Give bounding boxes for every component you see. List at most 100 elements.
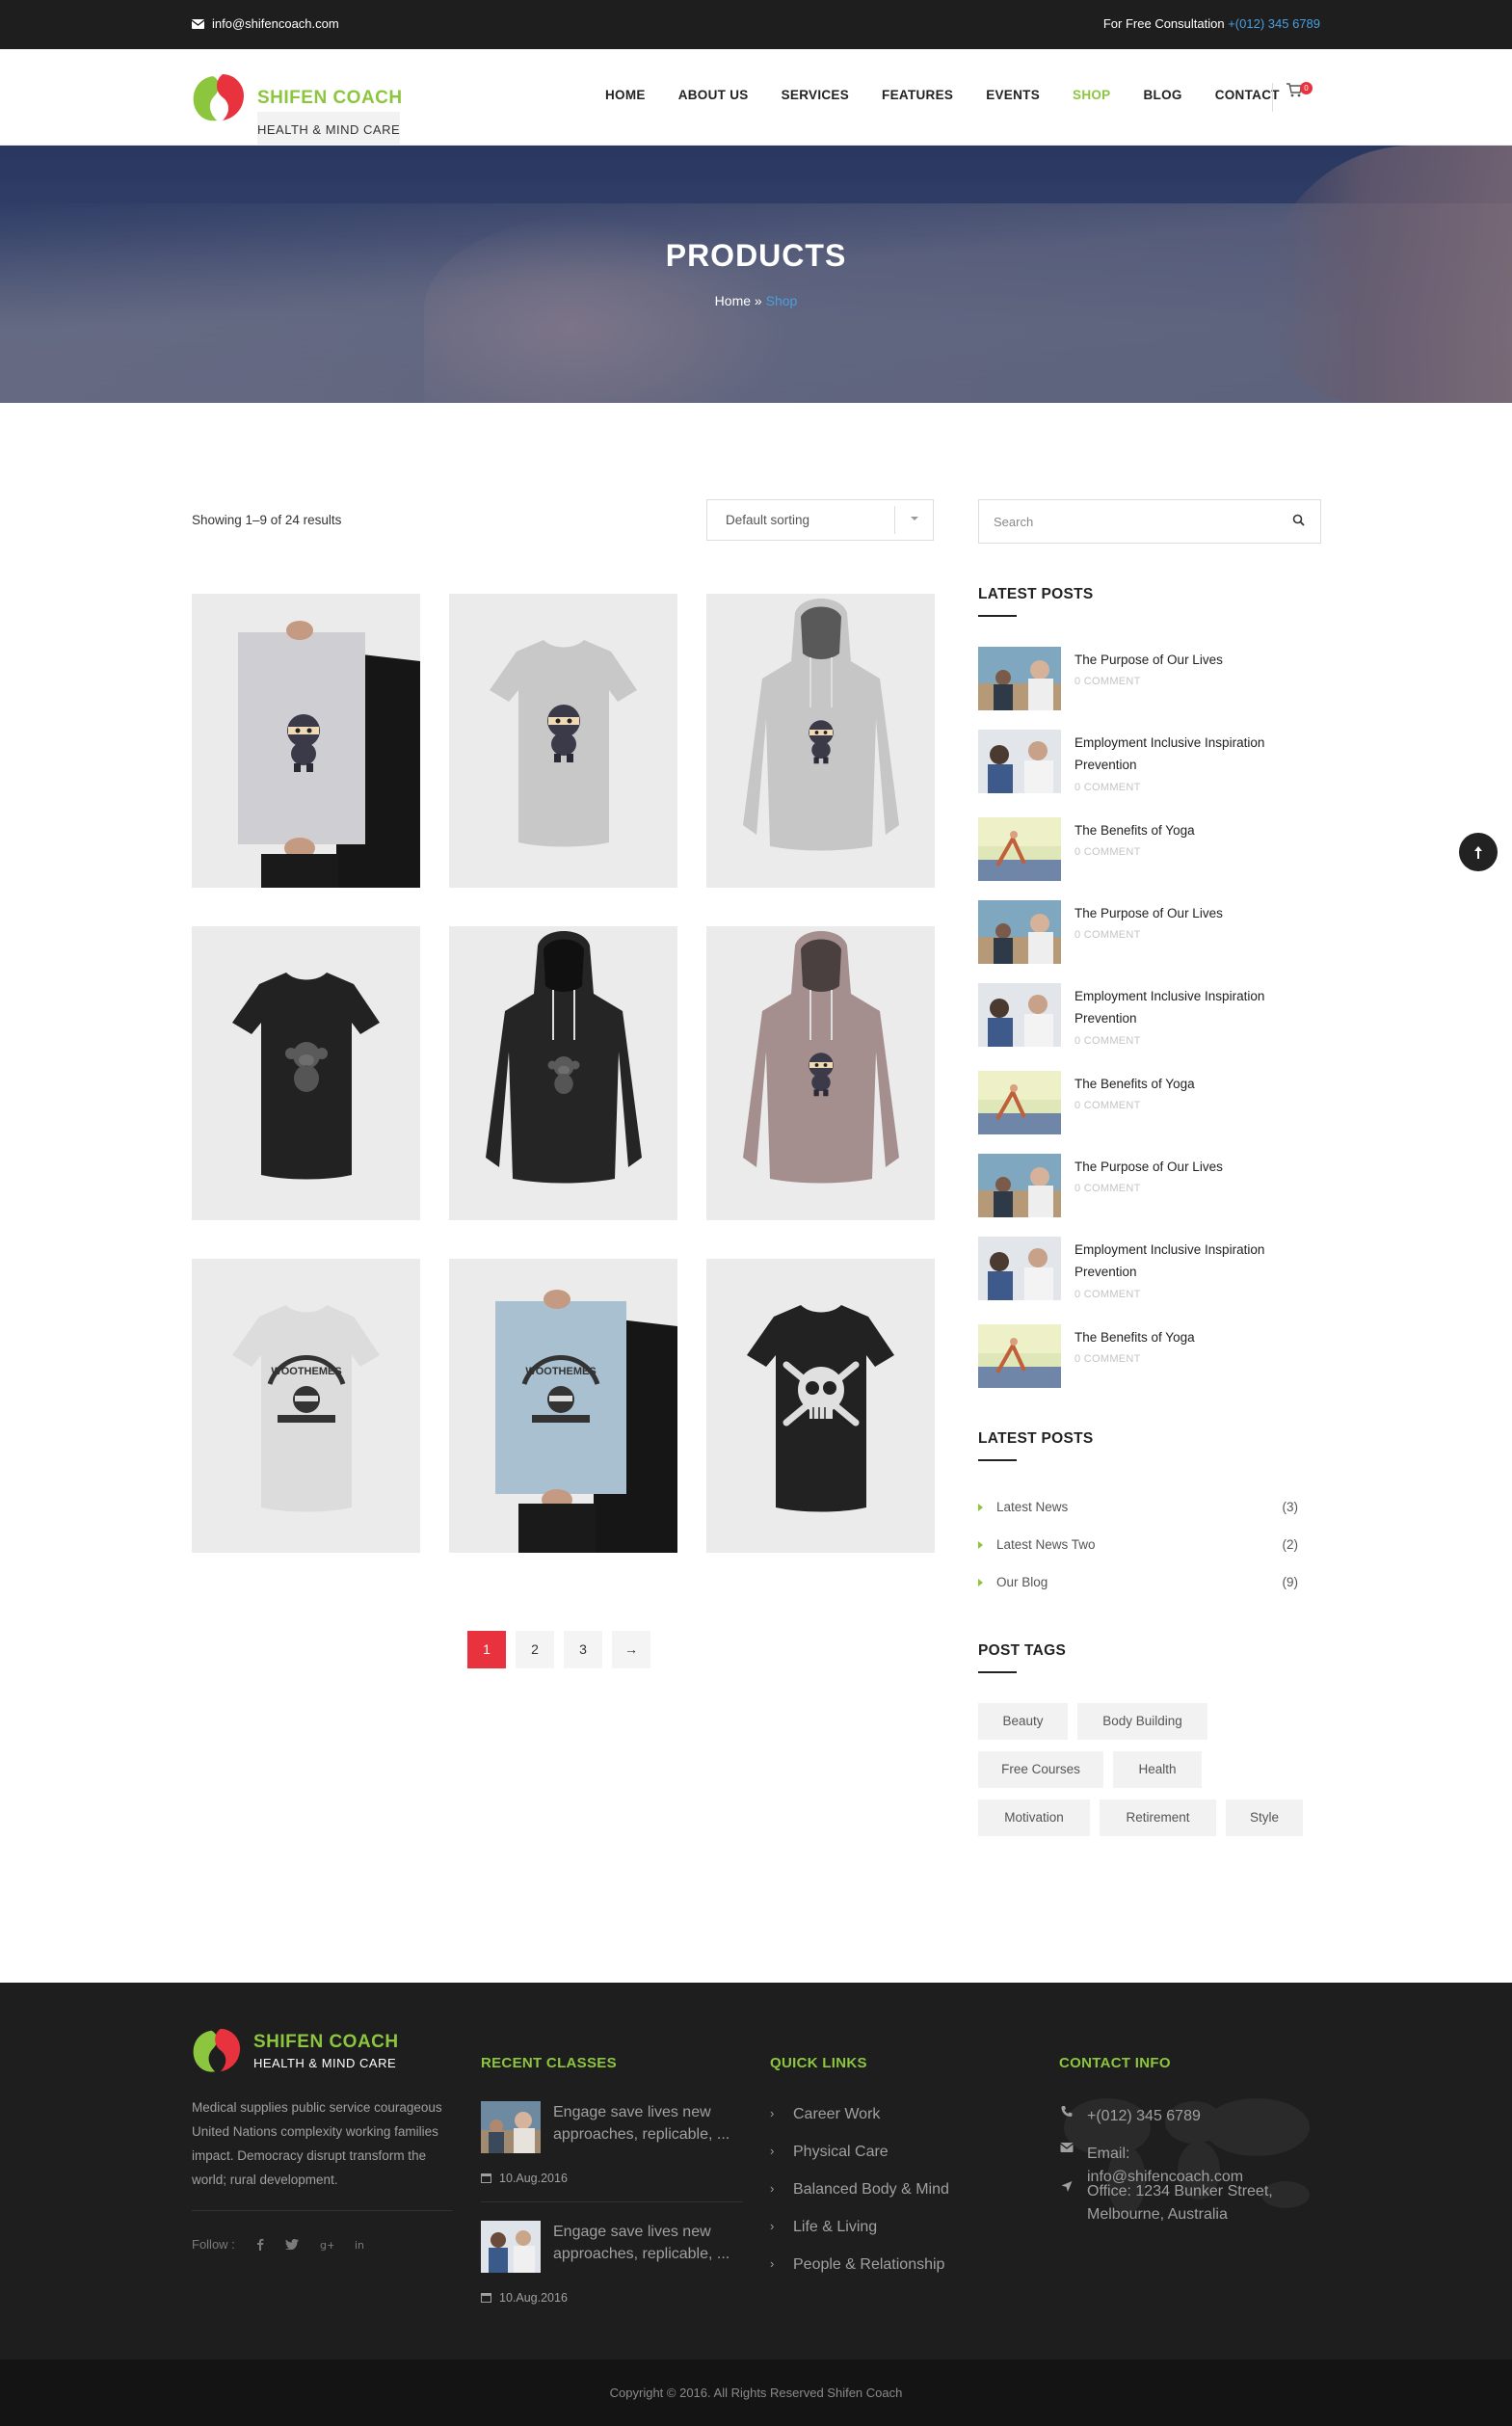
google-plus-icon[interactable]: g+ (320, 2239, 333, 2251)
post-thumbnail[interactable] (978, 1071, 1061, 1134)
class-title[interactable]: Engage save lives new approaches, replic… (553, 2221, 736, 2265)
contact-info-heading: CONTACT INFO (1059, 2055, 1171, 2071)
tag-body-building[interactable]: Body Building (1077, 1703, 1207, 1740)
latest-post-item[interactable]: The Benefits of Yoga 0 COMMENT (978, 1324, 1321, 1392)
tag-motivation[interactable]: Motivation (978, 1800, 1090, 1836)
footer-logo[interactable]: SHIFEN COACH HEALTH & MIND CARE (192, 2027, 399, 2075)
post-title[interactable]: Employment Inclusive Inspiration Prevent… (1074, 732, 1306, 776)
product-tshirt[interactable] (449, 594, 677, 888)
twitter-icon[interactable] (284, 2239, 299, 2250)
tag-free-courses[interactable]: Free Courses (978, 1751, 1103, 1788)
nav-events[interactable]: EVENTS (986, 88, 1040, 102)
latest-post-item[interactable]: The Purpose of Our Lives 0 COMMENT (978, 1154, 1321, 1221)
post-comment-count: 0 COMMENT (1074, 929, 1141, 941)
post-title[interactable]: The Purpose of Our Lives (1074, 1156, 1306, 1178)
quick-link-label[interactable]: Physical Care (793, 2144, 889, 2161)
recent-classes-heading: RECENT CLASSES (481, 2055, 617, 2071)
product-tshirt[interactable] (192, 926, 420, 1220)
quick-link-label[interactable]: Career Work (793, 2106, 880, 2123)
category-label[interactable]: Latest News (996, 1500, 1068, 1514)
quick-link-label[interactable]: Balanced Body & Mind (793, 2181, 949, 2199)
product-hoodie[interactable] (449, 926, 677, 1220)
post-title[interactable]: Employment Inclusive Inspiration Prevent… (1074, 1239, 1306, 1283)
post-title[interactable]: The Purpose of Our Lives (1074, 649, 1306, 671)
back-to-top-button[interactable] (1459, 833, 1498, 871)
latest-post-item[interactable]: The Benefits of Yoga 0 COMMENT (978, 817, 1321, 885)
consult-label: For Free Consultation (1102, 16, 1225, 31)
post-title[interactable]: The Purpose of Our Lives (1074, 902, 1306, 924)
footer-brand-tagline: HEALTH & MIND CARE (253, 2056, 397, 2070)
latest-post-item[interactable]: Employment Inclusive Inspiration Prevent… (978, 1237, 1321, 1304)
nav-features[interactable]: FEATURES (882, 88, 953, 102)
post-thumbnail[interactable] (978, 900, 1061, 964)
product-poster[interactable] (192, 594, 420, 888)
hero-overlay (0, 146, 1512, 403)
post-thumbnail[interactable] (978, 647, 1061, 710)
product-tshirt[interactable] (706, 1259, 935, 1553)
post-thumbnail[interactable] (978, 1324, 1061, 1388)
page-2-button[interactable]: 2 (516, 1631, 554, 1668)
tag-retirement[interactable]: Retirement (1100, 1800, 1216, 1836)
nav-about-us[interactable]: ABOUT US (678, 88, 749, 102)
contact-phone-value[interactable]: +(012) 345 6789 (1087, 2105, 1280, 2128)
svg-text:g+: g+ (320, 2239, 333, 2251)
nav-shop[interactable]: SHOP (1073, 88, 1110, 102)
product-image (747, 1305, 894, 1512)
product-poster[interactable]: WOOTHEMES (449, 1259, 677, 1553)
post-title[interactable]: The Benefits of Yoga (1074, 1073, 1306, 1095)
topbar-email-text[interactable]: info@shifencoach.com (212, 16, 339, 31)
class-date: 10.Aug.2016 (499, 2291, 568, 2305)
category-count: (9) (1282, 1575, 1299, 1589)
next-page-button[interactable]: → (612, 1631, 650, 1668)
nav-blog[interactable]: BLOG (1144, 88, 1182, 102)
post-thumbnail[interactable] (978, 1154, 1061, 1217)
post-thumbnail[interactable] (978, 817, 1061, 881)
post-thumbnail[interactable] (978, 983, 1061, 1047)
class-title[interactable]: Engage save lives new approaches, replic… (553, 2101, 736, 2146)
product-hoodie[interactable] (706, 594, 935, 888)
search-input[interactable]: Search (978, 499, 1321, 544)
linkedin-icon[interactable]: in (355, 2239, 366, 2251)
quick-link-label[interactable]: People & Relationship (793, 2256, 944, 2274)
nav-services[interactable]: SERVICES (782, 88, 849, 102)
sorting-select[interactable]: Default sorting (706, 499, 934, 541)
latest-post-item[interactable]: The Purpose of Our Lives 0 COMMENT (978, 900, 1321, 968)
search-icon[interactable] (1292, 514, 1305, 526)
category-label[interactable]: Our Blog (996, 1575, 1048, 1589)
nav-home[interactable]: HOME (605, 88, 646, 102)
bullet-icon (978, 1541, 983, 1549)
post-comment-count: 0 COMMENT (1074, 782, 1141, 793)
breadcrumb-home[interactable]: Home (715, 293, 751, 308)
page-title: PRODUCTS (665, 238, 847, 273)
facebook-icon[interactable] (256, 2238, 264, 2251)
site-logo[interactable]: SHIFEN COACH HEALTH & MIND CARE (192, 72, 403, 148)
post-title[interactable]: The Benefits of Yoga (1074, 819, 1306, 841)
tag-health[interactable]: Health (1113, 1751, 1202, 1788)
post-title[interactable]: The Benefits of Yoga (1074, 1326, 1306, 1348)
latest-post-item[interactable]: The Purpose of Our Lives 0 COMMENT (978, 647, 1321, 714)
categories-heading: LATEST POSTS (978, 1430, 1094, 1461)
page-3-button[interactable]: 3 (564, 1631, 602, 1668)
latest-post-item[interactable]: Employment Inclusive Inspiration Prevent… (978, 983, 1321, 1051)
latest-post-item[interactable]: Employment Inclusive Inspiration Prevent… (978, 730, 1321, 797)
product-hoodie[interactable] (706, 926, 935, 1220)
post-title[interactable]: Employment Inclusive Inspiration Prevent… (1074, 985, 1306, 1029)
contact-office-value: Office: 1234 Bunker Street, Melbourne, A… (1087, 2183, 1273, 2223)
consult-phone[interactable]: +(012) 345 6789 (1228, 16, 1320, 31)
latest-post-item[interactable]: The Benefits of Yoga 0 COMMENT (978, 1071, 1321, 1138)
quick-link-label[interactable]: Life & Living (793, 2219, 877, 2236)
page-1-button[interactable]: 1 (467, 1631, 506, 1668)
post-thumbnail[interactable] (978, 730, 1061, 793)
tag-beauty[interactable]: Beauty (978, 1703, 1068, 1740)
breadcrumb: Home » Shop (0, 293, 1512, 308)
results-count: Showing 1–9 of 24 results (192, 513, 342, 527)
nav-contact[interactable]: CONTACT (1215, 88, 1280, 102)
post-comment-count: 0 COMMENT (1074, 1035, 1141, 1047)
cart-button[interactable]: 0 (1272, 82, 1313, 112)
product-tshirt[interactable]: WOOTHEMES (192, 1259, 420, 1553)
category-label[interactable]: Latest News Two (996, 1537, 1096, 1552)
tag-style[interactable]: Style (1226, 1800, 1303, 1836)
topbar-email[interactable]: info@shifencoach.com (192, 16, 339, 31)
chevron-right-icon: › (770, 2256, 775, 2271)
post-thumbnail[interactable] (978, 1237, 1061, 1300)
